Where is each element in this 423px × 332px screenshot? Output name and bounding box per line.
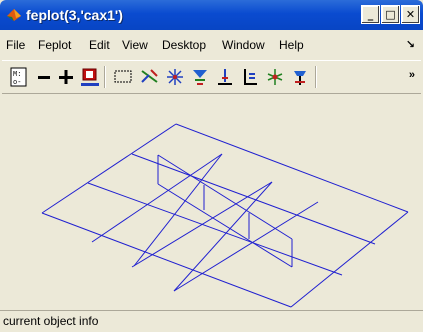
matrix-icon[interactable]: M: o- [8,66,30,88]
record-icon[interactable] [79,66,101,88]
title-bar[interactable]: feplot(3,'cax1') _ □ ✕ [0,0,423,30]
status-bar: current object info [0,310,423,332]
menubar-overflow-icon[interactable]: ↘ [406,38,415,51]
sparkle-icon[interactable] [164,66,186,88]
maximize-button[interactable]: □ [381,5,400,24]
toolbar: M: o- » [2,60,421,94]
mesh-lines [41,123,409,308]
window-title: feplot(3,'cax1') [26,7,123,23]
tool-icon[interactable] [289,66,311,88]
spread-icon[interactable] [264,66,286,88]
mesh-edge-left [41,123,177,214]
plot-area[interactable] [1,94,422,308]
menu-bar: File Feplot Edit View Desktop Window Hel… [0,35,423,55]
orbit-icon[interactable] [139,66,161,88]
menu-desktop[interactable]: Desktop [162,38,206,52]
toolbar-overflow-icon[interactable]: » [409,69,415,81]
minimize-button[interactable]: _ [361,5,380,24]
matlab-logo-icon [7,9,21,21]
select-rect-icon[interactable] [112,66,134,88]
menu-window[interactable]: Window [222,38,265,52]
svg-text:M:: M: [13,71,21,79]
menu-edit[interactable]: Edit [89,38,110,52]
menu-file[interactable]: File [6,38,25,52]
figure-window: feplot(3,'cax1') _ □ ✕ File Feplot Edit … [0,0,423,332]
toolbar-separator [104,66,106,88]
menu-view[interactable]: View [122,38,148,52]
svg-text:o-: o- [13,79,21,87]
mesh-plot[interactable] [1,94,422,308]
mesh-edge-bottom [41,212,292,308]
mesh-line [131,153,376,245]
triad-anim-icon[interactable] [239,66,261,88]
menu-help[interactable]: Help [279,38,304,52]
status-text: current object info [3,314,99,328]
plus-icon[interactable] [55,66,77,88]
menu-feplot[interactable]: Feplot [38,38,71,52]
mesh-line [87,182,343,276]
mesh-line [173,181,273,292]
mesh-edge-right [290,211,409,308]
close-button[interactable]: ✕ [401,5,420,24]
arrows-icon[interactable] [189,66,211,88]
toolbar-separator-end [315,66,317,88]
minus-icon[interactable] [33,66,55,88]
triad-icon[interactable] [214,66,236,88]
